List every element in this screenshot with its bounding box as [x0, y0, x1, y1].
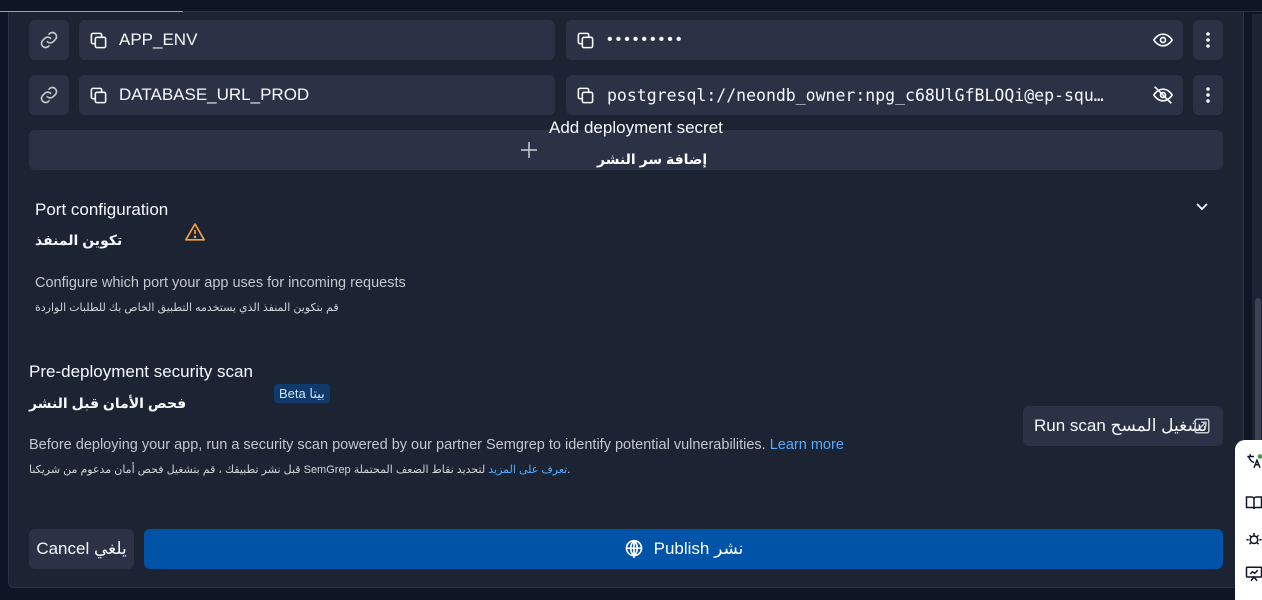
kebab-icon	[1206, 87, 1210, 103]
learn-more-link[interactable]: Learn more	[770, 437, 844, 453]
security-scan-description-text: Before deploying your app, run a securit…	[29, 437, 766, 453]
port-config-description-ar: قم بتكوين المنفذ الذي يستخدمه التطبيق ال…	[35, 302, 339, 314]
presentation-icon[interactable]	[1245, 565, 1262, 583]
security-scan-description-ar-post: قبل نشر تطبيقك ، قم بتشغيل فحص أمان مدعو…	[29, 464, 351, 476]
eye-icon[interactable]	[1153, 30, 1173, 50]
cancel-button[interactable]: Cancel يلغي	[29, 529, 134, 569]
security-scan-description-ar: قبل نشر تطبيقك ، قم بتشغيل فحص أمان مدعو…	[29, 463, 570, 476]
copy-icon[interactable]	[89, 86, 108, 105]
port-config-title: Port configuration	[35, 200, 169, 219]
publish-icon	[625, 539, 642, 559]
secret-key-field[interactable]: DATABASE_URL_PROD	[79, 75, 555, 115]
secret-key-text: DATABASE_URL_PROD	[119, 85, 310, 104]
secret-value-field[interactable]: •••••••••	[566, 20, 1183, 60]
security-scan-title-ar: فحص الأمان قبل النشر	[29, 395, 187, 411]
copy-icon[interactable]	[576, 86, 595, 105]
secret-key-text: APP_ENV	[119, 30, 198, 49]
bug-icon[interactable]	[1245, 530, 1262, 548]
link-secret-button[interactable]	[29, 75, 69, 115]
security-scan-description: Before deploying your app, run a securit…	[29, 437, 844, 453]
run-scan-button[interactable]: Run scan تشغيل المسح	[1023, 406, 1223, 446]
add-secret-label: Add deployment secret	[549, 118, 723, 137]
run-scan-label: Run scan تشغيل المسح	[1034, 416, 1208, 435]
port-config-title-ar: تكوين المنفذ	[35, 232, 123, 248]
secret-value-field[interactable]: postgresql://neondb_owner:npg_c68UlGfBLO…	[566, 75, 1183, 115]
secret-key-field[interactable]: APP_ENV	[79, 20, 555, 60]
eye-off-icon[interactable]	[1153, 85, 1173, 105]
beta-badge: Beta بيتا	[274, 384, 330, 403]
external-link-icon	[1194, 418, 1210, 434]
secret-value-text: postgresql://neondb_owner:npg_c68UlGfBLO…	[607, 85, 1104, 105]
copy-icon[interactable]	[89, 31, 108, 50]
publish-label: Publish نشر	[653, 539, 744, 558]
port-config-description: Configure which port your app uses for i…	[35, 275, 406, 291]
warning-icon	[185, 223, 205, 241]
chevron-down-icon[interactable]	[1194, 198, 1210, 214]
link-icon	[40, 86, 58, 104]
link-secret-button[interactable]	[29, 20, 69, 60]
add-secret-label-ar: إضافة سر النشر	[597, 151, 708, 167]
secret-menu-button[interactable]	[1193, 20, 1223, 60]
learn-more-link-ar[interactable]: تعرف على المزيد	[488, 464, 567, 476]
translate-icon[interactable]	[1245, 452, 1262, 470]
secret-menu-button[interactable]	[1193, 75, 1223, 115]
plus-icon	[521, 142, 537, 158]
security-scan-title: Pre-deployment security scan	[29, 362, 253, 381]
copy-icon[interactable]	[576, 31, 595, 50]
secret-value-text: •••••••••	[607, 31, 685, 48]
publish-button[interactable]: Publish نشر	[144, 529, 1223, 569]
kebab-icon	[1206, 32, 1210, 48]
link-icon	[40, 31, 58, 49]
book-icon[interactable]	[1245, 494, 1262, 512]
